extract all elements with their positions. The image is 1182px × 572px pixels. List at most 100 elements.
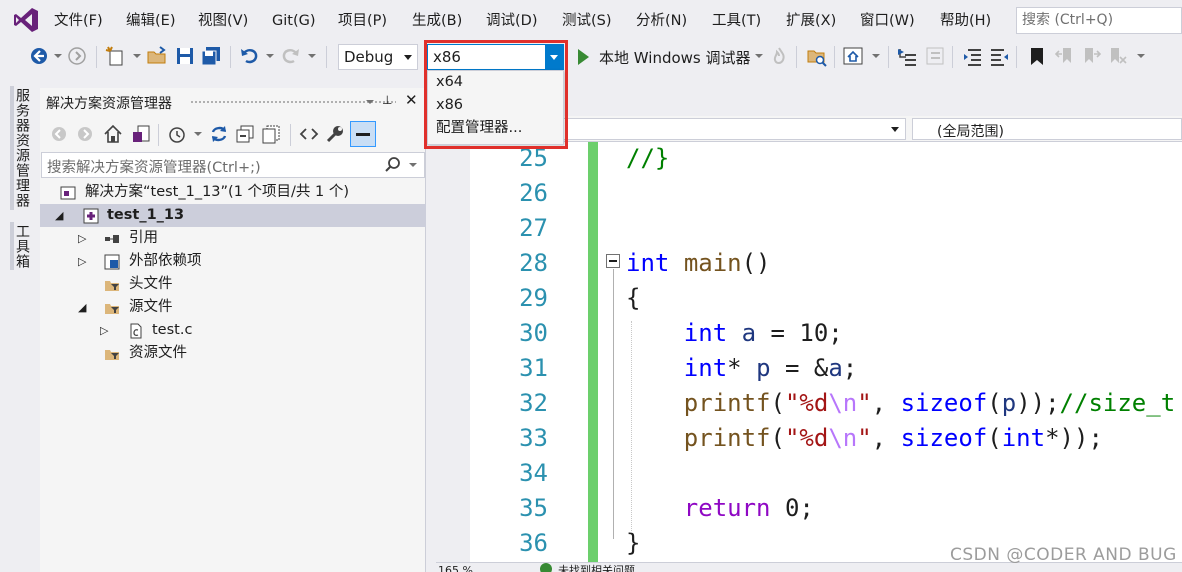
indent-icon[interactable]: [962, 45, 984, 67]
expanded-arrow-icon[interactable]: ◢: [55, 204, 63, 227]
pending-changes-filter-icon[interactable]: [166, 123, 188, 145]
step-over-icon[interactable]: [924, 45, 946, 67]
line-number: 34: [519, 459, 548, 487]
navigate-forward-icon[interactable]: [66, 45, 88, 67]
home-icon[interactable]: [102, 123, 124, 145]
tab-server-explorer[interactable]: 服务器资源管理器: [10, 88, 32, 208]
collapsed-arrow-icon[interactable]: ▷: [78, 227, 86, 250]
solution-configuration-combo[interactable]: Debug: [338, 44, 418, 70]
clear-bookmarks-icon[interactable]: [1106, 45, 1128, 67]
tree-item-external-deps[interactable]: ▷ 外部依赖项: [40, 250, 426, 273]
tab-toolbox[interactable]: 工具箱: [10, 224, 32, 269]
change-tracking-bar: [588, 142, 598, 562]
bookmark-icon[interactable]: [1026, 45, 1048, 67]
window-position-dropdown-icon[interactable]: [366, 100, 374, 104]
switch-views-icon[interactable]: [130, 123, 152, 145]
show-all-files-icon[interactable]: [260, 123, 282, 145]
line-number: 27: [519, 214, 548, 242]
filter-dropdown-icon[interactable]: [194, 132, 202, 136]
outdent-icon[interactable]: [988, 45, 1010, 67]
forward-icon[interactable]: [74, 123, 96, 145]
collapse-region-icon[interactable]: [606, 254, 620, 268]
step-into-icon[interactable]: [896, 45, 918, 67]
undo-icon[interactable]: [238, 45, 260, 67]
menu-tools[interactable]: 工具(T): [710, 10, 763, 32]
previous-bookmark-icon[interactable]: [1054, 45, 1076, 67]
tree-item-solution[interactable]: 解决方案“test_1_13”(1 个项目/共 1 个): [40, 181, 426, 204]
menu-extensions[interactable]: 扩展(X): [784, 10, 838, 32]
tree-item-label: 源文件: [129, 299, 173, 315]
search-options-dropdown-icon[interactable]: [409, 163, 417, 167]
platform-option-config-manager[interactable]: 配置管理器...: [428, 117, 563, 140]
save-all-icon[interactable]: [200, 45, 222, 67]
menu-edit[interactable]: 编辑(E): [124, 10, 177, 32]
sync-icon[interactable]: [208, 123, 230, 145]
undo-dropdown-icon[interactable]: [266, 54, 274, 58]
debug-target-dropdown-icon[interactable]: [755, 54, 763, 58]
menu-debug[interactable]: 调试(D): [484, 10, 539, 32]
hot-reload-icon[interactable]: [768, 45, 790, 67]
line-number: 36: [519, 529, 548, 557]
platform-option-x86[interactable]: x86: [428, 94, 563, 117]
c-file-icon: [130, 323, 142, 339]
zoom-level[interactable]: 165 %: [438, 564, 473, 572]
redo-icon[interactable]: [280, 45, 302, 67]
close-icon[interactable]: ✕: [405, 91, 418, 109]
global-search-input[interactable]: 搜索 (Ctrl+Q): [1016, 7, 1182, 34]
tree-item-project[interactable]: ◢ test_1_13: [40, 204, 426, 227]
find-in-files-icon[interactable]: [806, 45, 828, 67]
toolbar-separator: [230, 46, 231, 68]
menu-file[interactable]: 文件(F): [52, 10, 105, 32]
start-debugging-icon[interactable]: [578, 49, 589, 65]
menu-window[interactable]: 窗口(W): [858, 10, 917, 32]
view-code-icon[interactable]: [298, 123, 320, 145]
home-window-icon[interactable]: [842, 45, 864, 67]
platform-dropdown-button[interactable]: [545, 45, 563, 69]
toolbar-separator: [888, 46, 889, 68]
search-icon[interactable]: [384, 156, 402, 174]
menu-help[interactable]: 帮助(H): [938, 10, 993, 32]
global-scope-combo[interactable]: (全局范围): [912, 118, 1182, 140]
issues-status[interactable]: 未找到相关问题: [558, 562, 635, 572]
menu-build[interactable]: 生成(B): [410, 10, 464, 32]
collapsed-arrow-icon[interactable]: ▷: [78, 250, 86, 273]
solution-platform-combo[interactable]: x86: [427, 44, 564, 70]
expanded-arrow-icon[interactable]: ◢: [78, 296, 86, 319]
tree-item-references[interactable]: ▷ 引用: [40, 227, 426, 250]
redo-dropdown-icon[interactable]: [308, 54, 316, 58]
next-bookmark-icon[interactable]: [1080, 45, 1102, 67]
menu-view[interactable]: 视图(V): [196, 10, 250, 32]
save-icon[interactable]: [174, 45, 196, 67]
new-dropdown-icon[interactable]: [133, 54, 141, 58]
navigate-back-icon[interactable]: [28, 45, 50, 67]
solution-search-input[interactable]: 搜索解决方案资源管理器(Ctrl+;): [41, 152, 425, 178]
tree-item-header-files[interactable]: 头文件: [40, 273, 426, 296]
menu-git[interactable]: Git(G): [270, 10, 318, 32]
code-editor[interactable]: (全局范围) 25 26 27 28 29 30 31 32 33 34 35 …: [436, 116, 1182, 572]
line-number: 32: [519, 389, 548, 417]
tree-item-label: test_1_13: [107, 207, 185, 223]
platform-option-x64[interactable]: x64: [428, 71, 563, 94]
pin-icon[interactable]: ⊥: [382, 93, 392, 107]
properties-icon[interactable]: [324, 123, 346, 145]
collapsed-arrow-icon[interactable]: ▷: [100, 319, 108, 342]
open-file-icon[interactable]: [146, 45, 168, 67]
back-icon[interactable]: [48, 123, 70, 145]
tree-item-test-c[interactable]: ▷ test.c: [40, 319, 426, 342]
tree-item-resource-files[interactable]: 资源文件: [40, 342, 426, 365]
left-tool-strip: 服务器资源管理器 工具箱: [0, 86, 40, 572]
menu-analyze[interactable]: 分析(N): [634, 10, 689, 32]
collapse-all-icon[interactable]: [234, 123, 256, 145]
start-debugging-button[interactable]: 本地 Windows 调试器: [599, 47, 751, 68]
toolbar-separator: [290, 124, 291, 146]
back-dropdown-icon[interactable]: [54, 54, 62, 58]
new-project-icon[interactable]: [104, 45, 126, 67]
menu-project[interactable]: 项目(P): [336, 10, 389, 32]
project-icon: [83, 208, 99, 224]
window-dropdown-icon[interactable]: [872, 54, 880, 58]
menu-test[interactable]: 测试(S): [560, 10, 614, 32]
code-line-28: int main(): [626, 249, 771, 277]
preview-selected-items-button[interactable]: [350, 121, 376, 147]
toolbar-overflow-icon[interactable]: [1137, 54, 1145, 58]
tree-item-source-files[interactable]: ◢ 源文件: [40, 296, 426, 319]
